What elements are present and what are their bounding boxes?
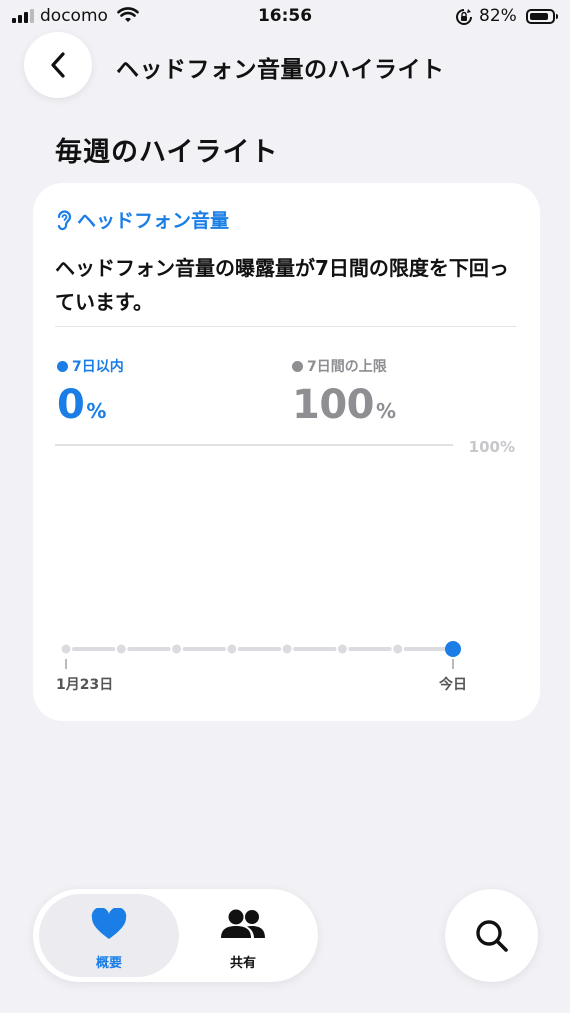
blue-dot-icon — [57, 360, 68, 372]
stat-number: 100 — [292, 382, 375, 428]
x-label-today: 今日 — [438, 676, 467, 693]
data-point — [227, 644, 237, 654]
stat-value: 0 % — [57, 382, 124, 428]
tab-bar: 概要 共有 — [33, 889, 318, 982]
stat-label-text: 7日以内 — [72, 359, 124, 375]
stat-label-text: 7日間の上限 — [307, 359, 387, 375]
search-icon — [475, 919, 508, 952]
heart-icon — [91, 908, 127, 939]
stat-7-day-limit: 7日間の上限 100 % — [292, 356, 396, 428]
status-bar: docomo 16:56 82% — [0, 0, 570, 34]
stat-unit: % — [376, 399, 397, 423]
card-header-label: ヘッドフォン音量 — [77, 210, 230, 232]
card-header: ヘッドフォン音量 — [55, 206, 229, 233]
ear-icon — [57, 209, 72, 230]
tab-label: 概要 — [95, 956, 122, 971]
battery-icon — [526, 9, 558, 24]
stat-last-7-days: 7日以内 0 % — [57, 356, 124, 428]
tab-summary[interactable]: 概要 — [39, 894, 179, 977]
nav-title: ヘッドフォン音量のハイライト — [116, 57, 445, 83]
data-point — [282, 644, 292, 654]
data-point — [337, 644, 347, 654]
tab-share[interactable]: 共有 — [173, 894, 313, 977]
back-button[interactable] — [24, 32, 92, 98]
rotation-lock-icon — [455, 8, 473, 30]
headphone-volume-card[interactable]: ヘッドフォン音量 ヘッドフォン音量の曝露量が7日間の限度を下回っています。 7日… — [33, 183, 540, 721]
data-point — [393, 644, 403, 654]
battery-percent: 82% — [479, 6, 517, 26]
stat-unit: % — [86, 399, 107, 423]
x-label-start: 1月23日 — [56, 677, 113, 693]
tab-label: 共有 — [229, 956, 256, 971]
data-point-today — [445, 641, 461, 657]
divider — [55, 326, 516, 327]
stat-label: 7日間の上限 — [292, 356, 396, 376]
search-button[interactable] — [445, 889, 538, 982]
gray-dot-icon — [292, 360, 303, 372]
stat-number: 0 — [57, 382, 85, 428]
data-point — [116, 644, 126, 654]
stat-value: 100 % — [292, 382, 396, 428]
limit-label: 100% — [469, 438, 515, 456]
people-icon — [221, 909, 265, 938]
data-point — [172, 644, 182, 654]
chevron-left-icon — [51, 52, 65, 78]
stat-label: 7日以内 — [57, 356, 124, 376]
data-point — [61, 644, 71, 654]
card-description: ヘッドフォン音量の曝露量が7日間の限度を下回っています。 — [55, 256, 509, 314]
section-title: 毎週のハイライト — [55, 137, 279, 168]
